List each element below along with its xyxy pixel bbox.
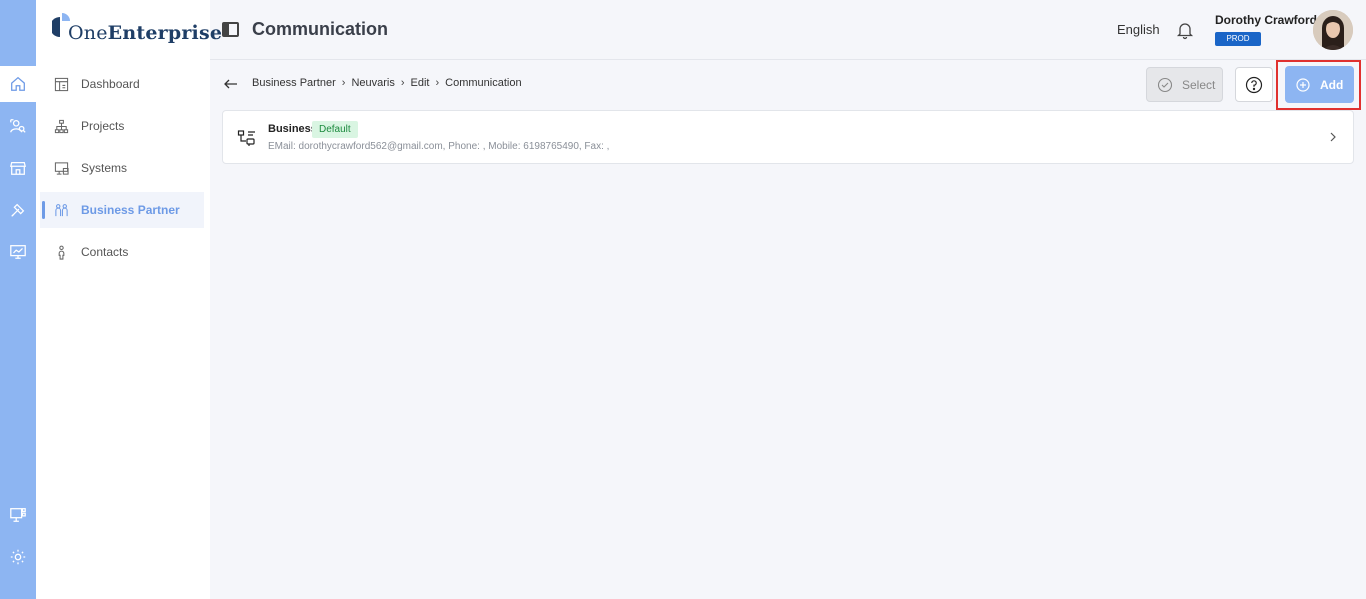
sidebar-item-projects[interactable]: Projects [40,108,204,144]
communication-icon [237,129,257,147]
sidebar-item-systems[interactable]: Systems [40,150,204,186]
breadcrumb-item-current: Communication [445,77,522,89]
dashboard-icon [53,76,69,92]
chevron-right-icon: › [400,77,405,89]
help-icon [1245,76,1263,93]
communication-details: EMail: dorothycrawford562@gmail.com, Pho… [268,141,610,152]
sidebar-item-contacts[interactable]: Contacts [40,234,204,270]
systems-icon [53,160,69,176]
gear-icon[interactable] [0,539,36,575]
add-button[interactable]: Add [1285,66,1354,103]
communication-item[interactable]: Business Default EMail: dorothycrawford5… [222,110,1354,164]
store-icon[interactable] [0,150,36,186]
select-button[interactable]: Select [1146,67,1223,102]
logo-text: OneEnterprise [68,22,223,44]
top-header: Communication English Dorothy Crawford P… [210,0,1366,60]
check-circle-icon [1157,77,1173,92]
page-title: Communication [252,19,389,39]
sidebar-item-label: Systems [81,161,128,175]
person-icon [53,244,69,260]
bell-icon[interactable] [1175,20,1195,40]
sidebar-item-dashboard[interactable]: Dashboard [40,66,204,102]
default-badge: Default [312,121,358,138]
language-selector[interactable]: English [1117,22,1160,37]
breadcrumb-item-business-partner[interactable]: Business Partner [252,77,336,89]
sidebar-item-label: Projects [81,119,125,133]
breadcrumb: Business Partner › Neuvaris › Edit › Com… [252,77,522,89]
user-name[interactable]: Dorothy Crawford [1215,13,1317,27]
sidebar-item-label: Contacts [81,245,129,259]
icon-rail [0,0,36,599]
logo-mark-icon [50,11,76,45]
select-button-label: Select [1182,77,1216,92]
help-button[interactable] [1235,67,1273,102]
sidebar: OneEnterprise Dashboard Projects Systems… [36,0,222,599]
monitor-grid-icon[interactable] [0,497,36,533]
breadcrumb-item-partner[interactable]: Neuvaris [351,77,394,89]
monitor-chart-icon[interactable] [0,234,36,270]
sidebar-item-label: Business Partner [81,203,180,217]
sidebar-item-business-partner[interactable]: Business Partner [40,192,204,228]
hierarchy-icon [53,118,69,134]
add-button-label: Add [1320,77,1344,92]
communication-type: Business [268,123,317,135]
tools-icon[interactable] [0,192,36,228]
avatar[interactable] [1313,10,1353,50]
sidebar-toggle-icon[interactable] [222,22,239,37]
breadcrumb-item-edit[interactable]: Edit [411,77,430,89]
chevron-right-icon: › [341,77,346,89]
plus-circle-icon [1296,77,1310,92]
sidebar-item-label: Dashboard [81,77,140,91]
app-logo[interactable]: OneEnterprise [50,8,223,48]
back-arrow-icon[interactable] [223,76,239,92]
environment-badge: PROD [1215,32,1261,46]
people-icon [53,202,69,218]
home-icon[interactable] [0,66,36,102]
chevron-right-icon[interactable] [1327,130,1339,144]
chevron-right-icon: › [435,77,440,89]
user-search-icon[interactable] [0,108,36,144]
